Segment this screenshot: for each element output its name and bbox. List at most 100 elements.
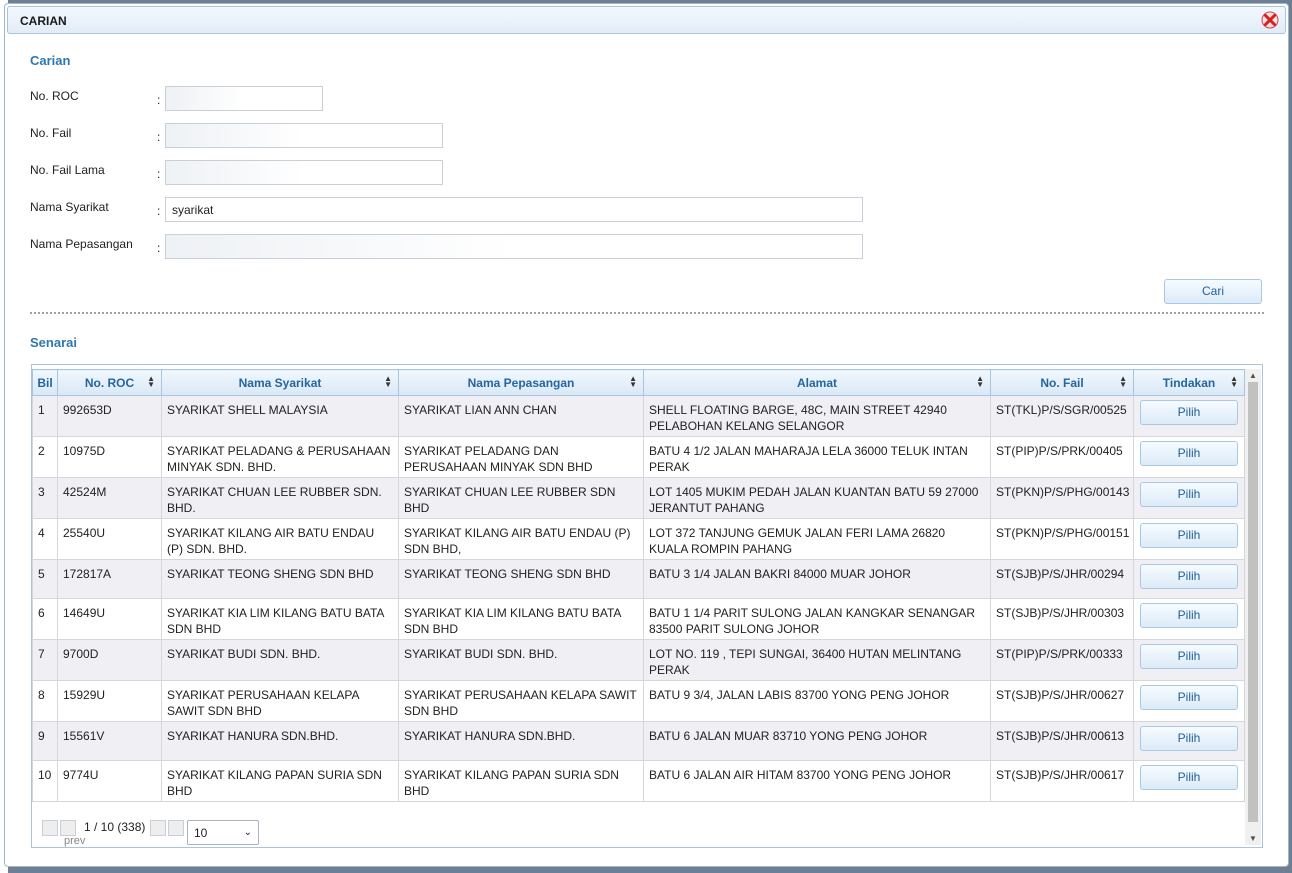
cell-syarikat: SYARIKAT TEONG SHENG SDN BHD [161,559,399,599]
pilih-button[interactable]: Pilih [1140,765,1238,790]
col-header-fail[interactable]: No. Fail ▲ ▼ [990,369,1134,396]
nama-pepasangan-colon: : [157,241,161,255]
table-row: 9 15561V SYARIKAT HANURA SDN.BHD. SYARIK… [32,721,1245,761]
cell-fail: ST(SJB)P/S/JHR/00627 [990,680,1134,722]
cell-syarikat: SYARIKAT PELADANG & PERUSAHAAN MINYAK SD… [161,436,399,478]
col-header-roc-label: No. ROC [84,375,135,390]
dialog-title: CARIAN [20,14,67,28]
cell-fail: ST(PIP)P/S/PRK/00333 [990,639,1134,681]
pilih-button[interactable]: Pilih [1140,644,1238,669]
scroll-up-icon[interactable]: ▲ [1249,371,1257,380]
prev-page-icon[interactable] [60,820,76,836]
cell-roc: 9774U [57,760,162,802]
scrollbar-thumb[interactable] [1248,382,1258,822]
divider [30,312,1264,314]
cell-action: Pilih [1133,477,1245,519]
fail-colon: : [157,130,161,144]
col-header-alamat-label: Alamat [796,375,837,390]
sort-icon: ▲ ▼ [629,374,637,389]
vertical-scrollbar[interactable]: ▲ ▼ [1245,369,1261,845]
cell-action: Pilih [1133,639,1245,681]
cell-action: Pilih [1133,436,1245,478]
nama-pepasangan-input[interactable] [165,234,863,259]
nama-syarikat-input[interactable] [165,197,863,222]
page-size-select[interactable]: 10 ⌄ [187,820,259,845]
cell-fail: ST(SJB)P/S/JHR/00294 [990,559,1134,599]
cell-pepasangan: SYARIKAT HANURA SDN.BHD. [398,721,644,761]
cell-bil: 3 [32,477,58,519]
cell-syarikat: SYARIKAT HANURA SDN.BHD. [161,721,399,761]
pilih-button[interactable]: Pilih [1140,685,1238,710]
next-page-icon[interactable] [150,820,166,836]
table-row: 8 15929U SYARIKAT PERUSAHAAN KELAPA SAWI… [32,680,1245,722]
cell-roc: 9700D [57,639,162,681]
cell-fail: ST(SJB)P/S/JHR/00617 [990,760,1134,802]
cell-pepasangan: SYARIKAT KIA LIM KILANG BATU BATA SDN BH… [398,598,644,640]
pilih-button[interactable]: Pilih [1140,400,1238,425]
search-section-title: Carian [30,53,71,68]
col-header-alamat[interactable]: Alamat ▲ ▼ [643,369,991,396]
col-header-pepasangan[interactable]: Nama Pepasangan ▲ ▼ [398,369,644,396]
col-header-tindakan-label: Tindakan [1162,375,1216,390]
cell-roc: 15561V [57,721,162,761]
cell-action: Pilih [1133,598,1245,640]
close-icon[interactable] [1261,11,1279,29]
fail-lama-input[interactable] [165,160,443,185]
col-header-bil-label: Bil [37,375,53,390]
cell-syarikat: SYARIKAT SHELL MALAYSIA [161,395,399,437]
cell-bil: 8 [32,680,58,722]
cell-bil: 6 [32,598,58,640]
cell-roc: 15929U [57,680,162,722]
last-page-icon[interactable] [168,820,184,836]
fail-lama-label: No. Fail Lama [30,163,105,177]
cell-roc: 42524M [57,477,162,519]
first-page-icon[interactable] [42,820,58,836]
pilih-button[interactable]: Pilih [1140,564,1238,589]
col-header-bil[interactable]: Bil [32,369,58,396]
cell-fail: ST(SJB)P/S/JHR/00613 [990,721,1134,761]
cell-fail: ST(PKN)P/S/PHG/00143 [990,477,1134,519]
nama-pepasangan-label: Nama Pepasangan [30,237,133,251]
cell-syarikat: SYARIKAT KIA LIM KILANG BATU BATA SDN BH… [161,598,399,640]
col-header-roc[interactable]: No. ROC ▲ ▼ [57,369,162,396]
cell-bil: 2 [32,436,58,478]
sort-icon: ▲ ▼ [1230,374,1238,389]
col-header-fail-label: No. Fail [1040,375,1084,390]
fail-input[interactable] [165,123,443,148]
pilih-button[interactable]: Pilih [1140,523,1238,548]
roc-label: No. ROC [30,89,79,103]
roc-colon: : [157,93,161,107]
pilih-button[interactable]: Pilih [1140,603,1238,628]
cell-bil: 9 [32,721,58,761]
cell-syarikat: SYARIKAT CHUAN LEE RUBBER SDN. BHD. [161,477,399,519]
search-button[interactable]: Cari [1164,279,1262,304]
cell-roc: 172817A [57,559,162,599]
sort-icon: ▲ ▼ [1119,374,1127,389]
fail-label: No. Fail [30,126,72,140]
cell-alamat: LOT 372 TANJUNG GEMUK JALAN FERI LAMA 26… [643,518,991,560]
cell-pepasangan: SYARIKAT BUDI SDN. BHD. [398,639,644,681]
cell-fail: ST(PKN)P/S/PHG/00151 [990,518,1134,560]
cell-action: Pilih [1133,680,1245,722]
cell-alamat: BATU 6 JALAN MUAR 83710 YONG PENG JOHOR [643,721,991,761]
search-dialog: CARIAN Carian No. ROC : No. Fail : No. F… [4,3,1289,867]
cell-action: Pilih [1133,760,1245,802]
cell-pepasangan: SYARIKAT PERUSAHAAN KELAPA SAWIT SDN BHD [398,680,644,722]
cell-fail: ST(SJB)P/S/JHR/00303 [990,598,1134,640]
col-header-syarikat-label: Nama Syarikat [238,375,322,390]
pilih-button[interactable]: Pilih [1140,726,1238,751]
cell-pepasangan: SYARIKAT PELADANG DAN PERUSAHAAN MINYAK … [398,436,644,478]
scroll-down-icon[interactable]: ▼ [1249,834,1257,843]
roc-input[interactable] [165,86,323,111]
pilih-button[interactable]: Pilih [1140,482,1238,507]
cell-pepasangan: SYARIKAT LIAN ANN CHAN [398,395,644,437]
cell-alamat: BATU 4 1/2 JALAN MAHARAJA LELA 36000 TEL… [643,436,991,478]
dialog-titlebar: CARIAN [7,6,1286,34]
col-header-tindakan[interactable]: Tindakan ▲ ▼ [1133,369,1245,396]
sort-icon: ▲ ▼ [147,374,155,389]
col-header-syarikat[interactable]: Nama Syarikat ▲ ▼ [161,369,399,396]
pilih-button[interactable]: Pilih [1140,441,1238,466]
cell-bil: 4 [32,518,58,560]
cell-alamat: BATU 6 JALAN AIR HITAM 83700 YONG PENG J… [643,760,991,802]
cell-action: Pilih [1133,559,1245,599]
